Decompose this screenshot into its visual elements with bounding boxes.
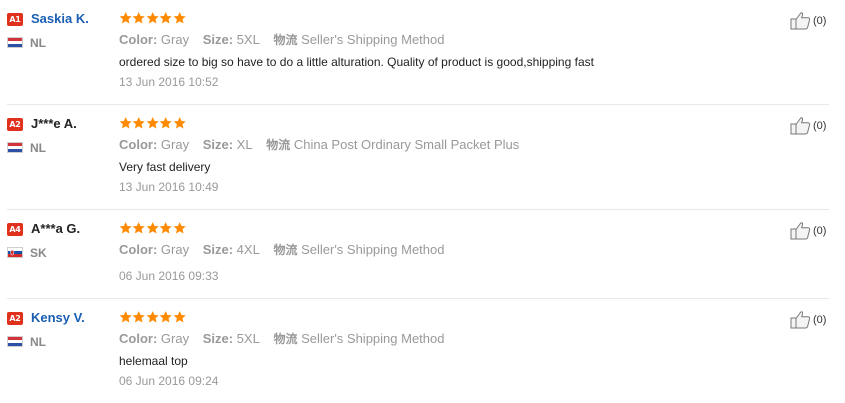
color-value: Gray — [160, 331, 190, 346]
reviewer-country: NL — [30, 141, 46, 155]
helpful-count: (0) — [813, 14, 827, 27]
buyer-level-badge: A4 — [7, 223, 23, 236]
flag-slovakia-icon — [7, 247, 23, 258]
color-value: Gray — [160, 137, 190, 152]
review-text: Very fast delivery — [119, 160, 211, 174]
buyer-level-badge: A2 — [7, 118, 23, 131]
star-icon — [159, 117, 172, 129]
size-label: Size: — [202, 242, 234, 257]
thumbs-up-icon — [790, 221, 811, 240]
reviewer-name: J***e A. — [31, 116, 77, 131]
helpful-count: (0) — [813, 119, 827, 132]
star-icon — [159, 12, 172, 24]
star-icon — [146, 222, 159, 234]
star-rating — [119, 221, 186, 236]
star-icon — [119, 12, 132, 24]
reviewer-country: NL — [30, 36, 46, 50]
helpful-count: (0) — [813, 224, 827, 237]
order-attributes: Color: Gray Size: XL 物流 China Post Ordin… — [119, 137, 519, 153]
flag-netherlands-icon — [7, 142, 23, 153]
star-rating — [119, 310, 186, 325]
star-icon — [173, 222, 186, 234]
review-date: 13 Jun 2016 10:52 — [119, 75, 219, 89]
star-icon — [119, 222, 132, 234]
reviewer-name-link[interactable]: Saskia K. — [31, 11, 89, 27]
color-label: Color: — [119, 137, 158, 152]
helpful-button[interactable]: (0) — [790, 221, 826, 240]
size-value: 5XL — [236, 32, 260, 47]
color-label: Color: — [119, 32, 158, 47]
star-icon — [146, 12, 159, 24]
size-value: 5XL — [236, 331, 260, 346]
review-date: 06 Jun 2016 09:24 — [119, 374, 219, 388]
review-date: 06 Jun 2016 09:33 — [119, 269, 219, 283]
size-label: Size: — [202, 331, 234, 346]
order-attributes: Color: Gray Size: 5XL 物流 Seller's Shippi… — [119, 32, 444, 48]
shipping-method: China Post Ordinary Small Packet Plus — [293, 137, 520, 152]
shipping-method: Seller's Shipping Method — [301, 242, 445, 257]
shipping-label: 物流 — [266, 138, 291, 152]
thumbs-up-icon — [790, 310, 811, 329]
order-attributes: Color: Gray Size: 4XL 物流 Seller's Shippi… — [119, 242, 444, 258]
flag-netherlands-icon — [7, 336, 23, 347]
star-icon — [133, 117, 146, 129]
shipping-label: 物流 — [273, 332, 298, 346]
star-icon — [173, 12, 186, 24]
order-attributes: Color: Gray Size: 5XL 物流 Seller's Shippi… — [119, 331, 444, 347]
star-icon — [159, 311, 172, 323]
review-date: 13 Jun 2016 10:49 — [119, 180, 219, 194]
size-label: Size: — [202, 32, 234, 47]
star-icon — [146, 311, 159, 323]
review-item: A2 J***e A. NL Color: Gray Size: XL 物流 C… — [0, 105, 845, 209]
star-icon — [159, 222, 172, 234]
helpful-count: (0) — [813, 313, 827, 326]
thumbs-up-icon — [790, 116, 811, 135]
star-icon — [133, 311, 146, 323]
star-icon — [119, 117, 132, 129]
color-value: Gray — [160, 32, 190, 47]
review-text: helemaal top — [119, 354, 188, 368]
shipping-label: 物流 — [273, 243, 298, 257]
star-icon — [173, 311, 186, 323]
shipping-method: Seller's Shipping Method — [301, 331, 445, 346]
reviewer-country: NL — [30, 335, 46, 349]
star-rating — [119, 116, 186, 131]
size-label: Size: — [202, 137, 234, 152]
color-label: Color: — [119, 242, 158, 257]
color-value: Gray — [160, 242, 190, 257]
review-item: A2 Kensy V. NL Color: Gray Size: 5XL 物流 … — [0, 299, 845, 403]
star-icon — [133, 222, 146, 234]
shipping-label: 物流 — [273, 33, 298, 47]
reviewer-country: SK — [30, 246, 47, 260]
review-item: A1 Saskia K. NL Color: Gray Size: 5XL 物流… — [0, 0, 845, 104]
size-value: 4XL — [236, 242, 260, 257]
star-icon — [119, 311, 132, 323]
review-text: ordered size to big so have to do a litt… — [119, 55, 594, 69]
star-rating — [119, 11, 186, 26]
shipping-method: Seller's Shipping Method — [301, 32, 445, 47]
star-icon — [146, 117, 159, 129]
reviewer-name: A***a G. — [31, 221, 81, 236]
size-value: XL — [236, 137, 253, 152]
star-icon — [173, 117, 186, 129]
color-label: Color: — [119, 331, 158, 346]
review-item: A4 A***a G. SK Color: Gray Size: 4XL 物流 … — [0, 210, 845, 298]
helpful-button[interactable]: (0) — [790, 11, 826, 30]
buyer-level-badge: A2 — [7, 312, 23, 325]
flag-netherlands-icon — [7, 37, 23, 48]
reviewer-name-link[interactable]: Kensy V. — [31, 310, 85, 326]
helpful-button[interactable]: (0) — [790, 116, 826, 135]
thumbs-up-icon — [790, 11, 811, 30]
helpful-button[interactable]: (0) — [790, 310, 826, 329]
buyer-level-badge: A1 — [7, 13, 23, 26]
star-icon — [133, 12, 146, 24]
